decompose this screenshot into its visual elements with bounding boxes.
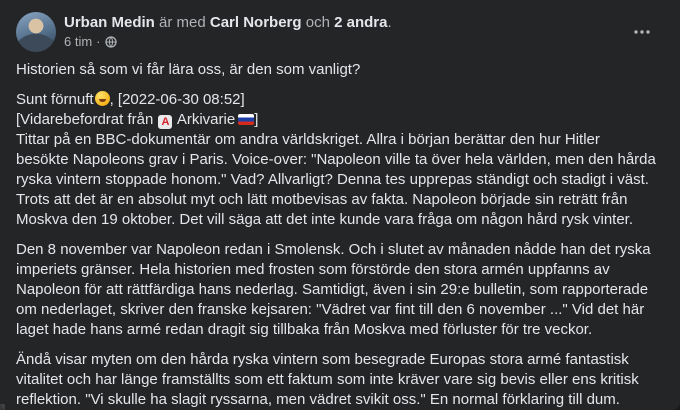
forward-suffix: ] [254,111,259,128]
russia-flag-icon [238,114,255,125]
separator-dot: · [96,34,101,49]
more-options-button[interactable] [624,14,660,50]
scroll-indicator [0,404,5,410]
source-date: , [2022-06-30 08:52] [109,91,245,108]
with-text: är med [159,14,206,31]
post-card: Urban Medin är med Carl Norberg och 2 an… [0,0,680,410]
others-link[interactable]: 2 andra [334,14,387,31]
author-line: Urban Medin är med Carl Norberg och 2 an… [64,13,392,33]
source-name: Sunt förnuft [16,91,94,108]
timestamp[interactable]: 6 tim [64,34,92,50]
paragraph-1: Tittar på en BBC-dokumentär om andra vär… [16,131,656,228]
tagged-name[interactable]: Carl Norberg [210,14,302,31]
avatar[interactable] [16,12,56,52]
paragraph-3: Ändå visar myten om den hårda ryska vint… [16,351,639,408]
globe-icon[interactable] [104,36,117,48]
forward-line: [Vidarebefordrat från A Arkivarie] [16,110,656,130]
paragraph-2: Den 8 november var Napoleon redan i Smol… [16,241,651,338]
post-intro: Historien så som vi får lära oss, är den… [16,61,361,78]
more-options-icon [634,30,650,34]
period: . [387,14,392,31]
post-meta: 6 tim · [64,34,117,50]
author-name[interactable]: Urban Medin [64,14,155,31]
post-header: Urban Medin är med Carl Norberg och 2 an… [16,12,664,52]
grinning-face-emoji-icon [94,91,110,106]
forward-channel: Arkivarie [176,111,236,128]
forward-prefix: [Vidarebefordrat från [16,111,154,128]
a-badge-icon: A [158,115,173,129]
post-body: Historien så som vi får lära oss, är den… [16,60,656,410]
source-line: Sunt förnuft , [2022-06-30 08:52] [16,90,656,110]
and-text: och [305,14,330,31]
